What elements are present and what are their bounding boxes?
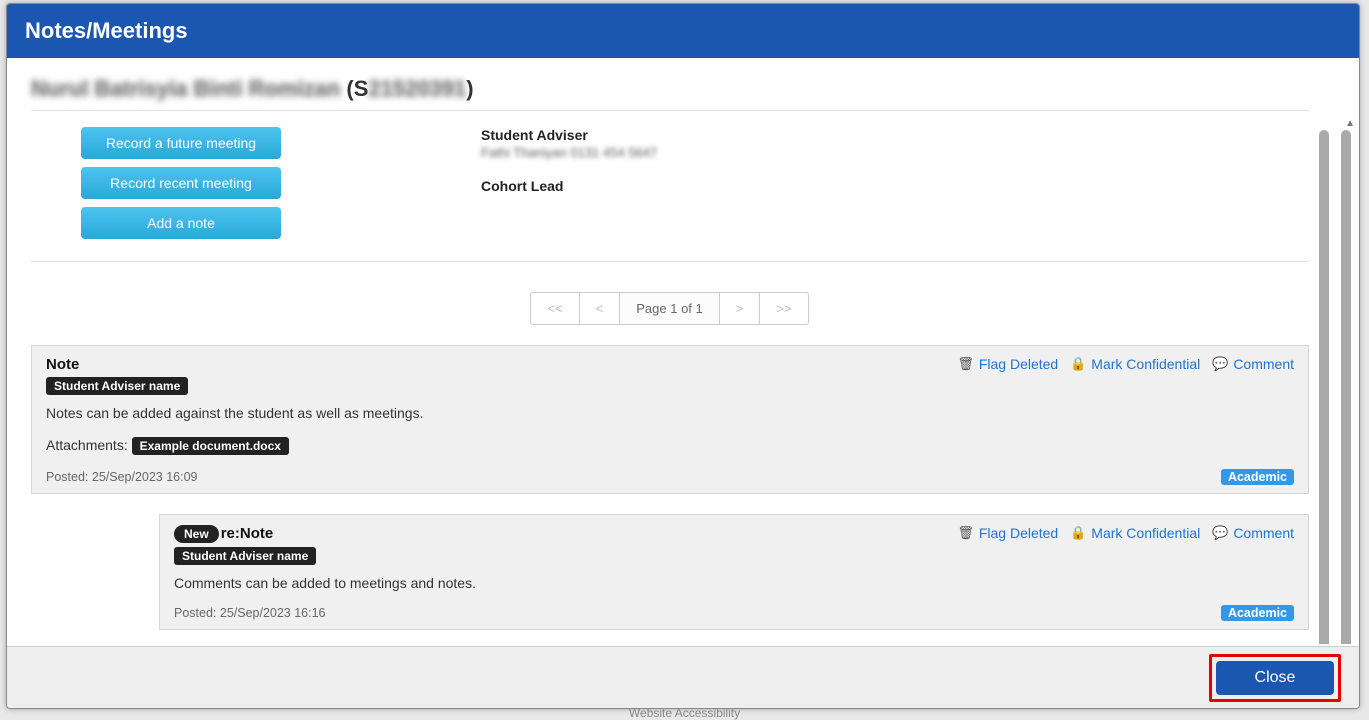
scrollbar-inner[interactable] [1319, 130, 1329, 644]
comment-category-badge: Academic [1221, 605, 1294, 621]
close-highlight: Close [1209, 654, 1341, 702]
student-id: 21520391 [368, 76, 466, 101]
info-column: Student Adviser Fathi Thaniyan 0131 454 … [321, 127, 657, 239]
comment-posted: Posted: 25/Sep/2023 16:16 [174, 606, 326, 620]
page-first-button[interactable]: << [530, 292, 579, 325]
add-note-button[interactable]: Add a note [81, 207, 281, 239]
note-body: Notes can be added against the student a… [46, 405, 1294, 421]
page-info: Page 1 of 1 [619, 292, 720, 325]
top-row: Record a future meeting Record recent me… [31, 127, 1309, 239]
background-footer-text: Website Accessibility [629, 706, 740, 720]
note-author-tag: Student Adviser name [46, 377, 188, 395]
mark-confidential-link[interactable]: Mark Confidential [1091, 525, 1200, 541]
note-title: Note [46, 356, 188, 373]
scrollbar-outer[interactable] [1341, 130, 1351, 644]
student-name: Nurul Batrisyia Binti Romizan [31, 76, 340, 101]
scroll-up-icon[interactable]: ▲ [1345, 118, 1355, 129]
comment-actions: 🗑 Flag Deleted 🔒 Mark Confidential 💬 Com… [957, 525, 1294, 541]
page-prev-button[interactable]: < [579, 292, 621, 325]
mark-confidential-link[interactable]: Mark Confidential [1091, 356, 1200, 372]
comment-card: Newre:Note Student Adviser name 🗑 Flag D… [159, 514, 1309, 630]
trash-icon: 🗑 [957, 525, 974, 541]
comment-author-tag: Student Adviser name [174, 547, 316, 565]
student-adviser-value: Fathi Thaniyan 0131 454 5647 [481, 145, 657, 160]
comment-title: Newre:Note [174, 525, 316, 543]
lock-icon: 🔒 [1070, 356, 1086, 372]
trash-icon: 🗑 [957, 356, 974, 372]
flag-deleted-link[interactable]: Flag Deleted [979, 525, 1058, 541]
note-category-badge: Academic [1221, 469, 1294, 485]
comment-link[interactable]: Comment [1233, 525, 1294, 541]
student-title: Nurul Batrisyia Binti Romizan (S21520391… [31, 76, 1309, 102]
cohort-lead-label: Cohort Lead [481, 178, 657, 194]
pagination: <<<Page 1 of 1>>> [31, 292, 1309, 325]
comment-icon: 💬 [1212, 356, 1228, 372]
record-recent-meeting-button[interactable]: Record recent meeting [81, 167, 281, 199]
close-button[interactable]: Close [1216, 661, 1334, 695]
flag-deleted-link[interactable]: Flag Deleted [979, 356, 1058, 372]
note-posted: Posted: 25/Sep/2023 16:09 [46, 470, 198, 484]
comment-link[interactable]: Comment [1233, 356, 1294, 372]
student-adviser-label: Student Adviser [481, 127, 657, 143]
modal-footer: Close [7, 646, 1359, 708]
notes-meetings-modal: Notes/Meetings Nurul Batrisyia Binti Rom… [6, 3, 1360, 709]
note-actions: 🗑 Flag Deleted 🔒 Mark Confidential 💬 Com… [957, 356, 1294, 372]
page-last-button[interactable]: >> [759, 292, 808, 325]
attachment-file[interactable]: Example document.docx [132, 437, 289, 455]
comment-body: Comments can be added to meetings and no… [174, 575, 1294, 591]
note-attachments: Attachments: Example document.docx [46, 433, 1294, 455]
divider [31, 261, 1309, 262]
note-card: Note Student Adviser name 🗑 Flag Deleted… [31, 345, 1309, 494]
page-next-button[interactable]: > [719, 292, 761, 325]
action-buttons: Record a future meeting Record recent me… [31, 127, 281, 239]
modal-title: Notes/Meetings [7, 4, 1359, 58]
record-future-meeting-button[interactable]: Record a future meeting [81, 127, 281, 159]
divider [31, 110, 1309, 111]
modal-body: Nurul Batrisyia Binti Romizan (S21520391… [7, 58, 1359, 644]
lock-icon: 🔒 [1070, 525, 1086, 541]
new-badge: New [174, 525, 219, 543]
comment-icon: 💬 [1212, 525, 1228, 541]
attachments-label: Attachments: [46, 437, 128, 453]
